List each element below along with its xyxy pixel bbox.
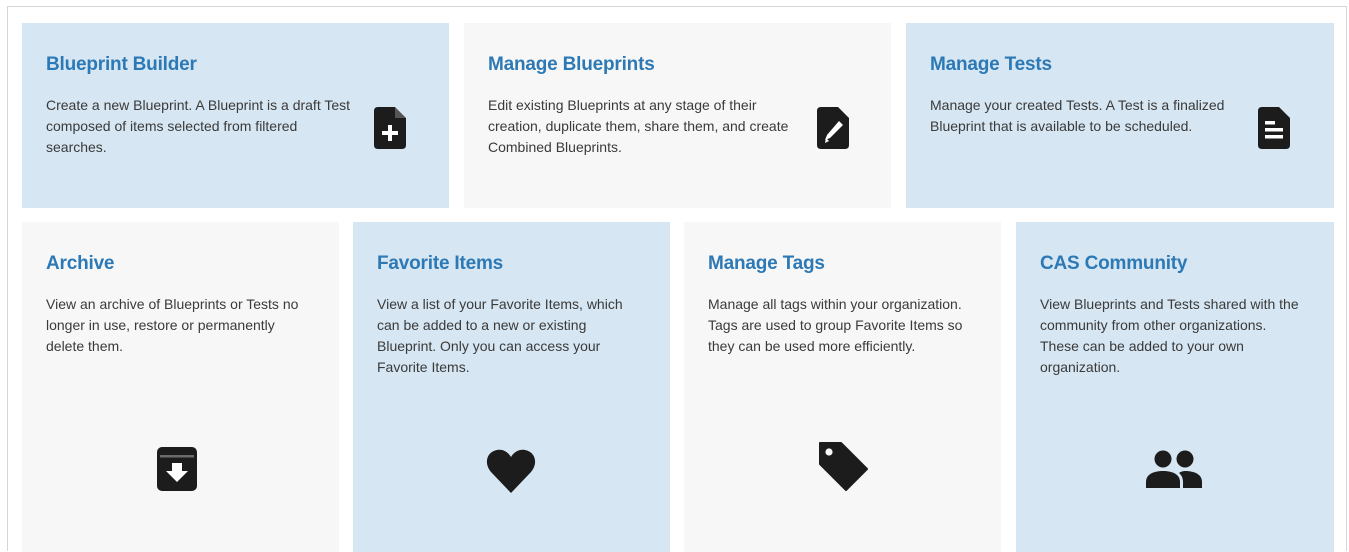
tag-icon bbox=[817, 440, 869, 492]
card-title: Favorite Items bbox=[377, 253, 504, 274]
card-title: Archive bbox=[46, 253, 115, 274]
card-description: Create a new Blueprint. A Blueprint is a… bbox=[46, 97, 351, 155]
card-archive[interactable]: Archive View an archive of Blueprints or… bbox=[22, 222, 339, 552]
card-description: View Blueprints and Tests shared with th… bbox=[1040, 296, 1299, 375]
card-manage-tags[interactable]: Manage Tags Manage all tags within your … bbox=[684, 222, 1001, 552]
card-title: Manage Blueprints bbox=[488, 54, 655, 75]
card-cas-community[interactable]: CAS Community View Blueprints and Tests … bbox=[1016, 222, 1334, 552]
card-title: CAS Community bbox=[1040, 253, 1188, 274]
card-title: Manage Tests bbox=[930, 54, 1052, 75]
card-description: Manage your created Tests. A Test is a f… bbox=[930, 97, 1225, 134]
card-description: Manage all tags within your organization… bbox=[708, 296, 963, 354]
card-favorite-items[interactable]: Favorite Items View a list of your Favor… bbox=[353, 222, 670, 552]
file-text-icon bbox=[1258, 107, 1290, 149]
card-title: Manage Tags bbox=[708, 253, 825, 274]
card-description: Edit existing Blueprints at any stage of… bbox=[488, 97, 789, 155]
card-blueprint-builder[interactable]: Blueprint Builder Create a new Blueprint… bbox=[22, 23, 449, 208]
file-plus-icon bbox=[374, 107, 406, 149]
archive-box-icon bbox=[157, 447, 197, 491]
file-edit-icon bbox=[817, 107, 849, 149]
card-description: View a list of your Favorite Items, whic… bbox=[377, 296, 623, 375]
card-description: View an archive of Blueprints or Tests n… bbox=[46, 296, 299, 354]
card-manage-blueprints[interactable]: Manage Blueprints Edit existing Blueprin… bbox=[464, 23, 891, 208]
people-group-icon bbox=[1146, 450, 1202, 488]
heart-icon bbox=[486, 449, 536, 493]
card-manage-tests[interactable]: Manage Tests Manage your created Tests. … bbox=[906, 23, 1334, 208]
card-title: Blueprint Builder bbox=[46, 54, 197, 75]
dashboard-panel: Blueprint Builder Create a new Blueprint… bbox=[7, 6, 1347, 552]
